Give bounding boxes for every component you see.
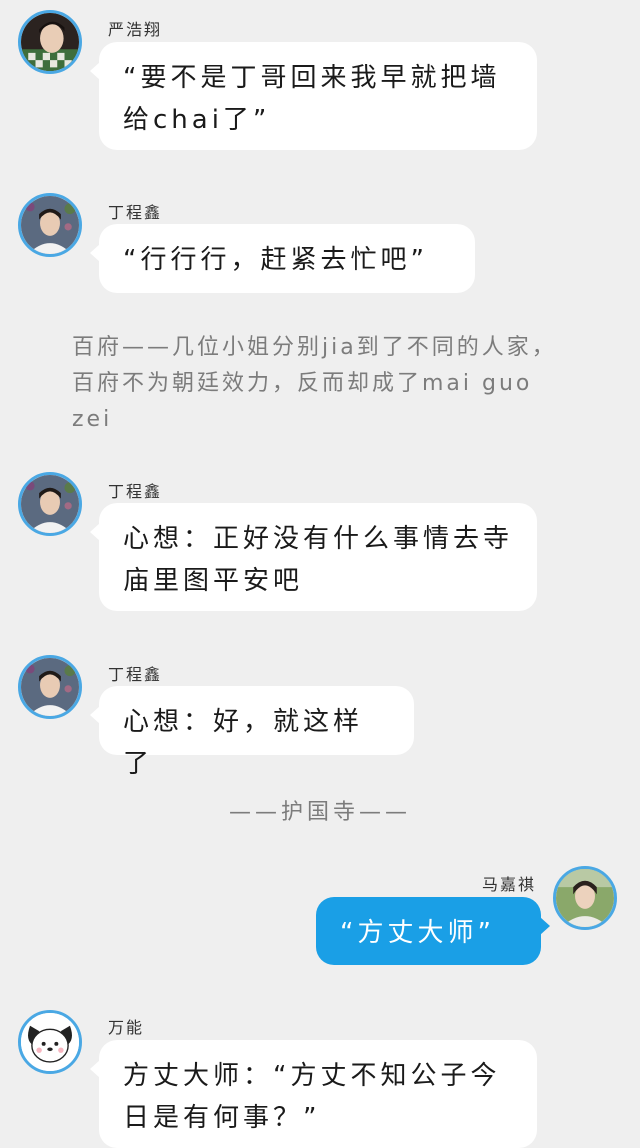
avatar-wanneng[interactable] <box>18 1010 82 1074</box>
message-bubble[interactable]: 心想：好，就这样了 <box>90 686 414 779</box>
message-bubble[interactable]: 方丈大师：“方丈不知公子今日是有何事？” <box>90 1040 537 1148</box>
message-bubble[interactable]: “方丈大师” <box>316 897 550 965</box>
avatar-ding[interactable] <box>18 655 82 719</box>
sender-name: 马嘉祺 <box>481 875 536 894</box>
portrait-ding-avatar <box>21 196 79 254</box>
avatar-ma[interactable] <box>553 866 617 930</box>
sender-name: 丁程鑫 <box>108 203 163 222</box>
portrait-ding-avatar <box>21 658 79 716</box>
narration-text: 百府——几位小姐分别jia到了不同的人家，百府不为朝廷效力，反而却成了mai g… <box>72 335 557 432</box>
pochacco-dog-avatar <box>21 1013 79 1071</box>
sender-name: 丁程鑫 <box>108 482 163 501</box>
sender-name: 万能 <box>108 1018 145 1037</box>
portrait-yan-avatar <box>21 13 79 71</box>
sender-name: 严浩翔 <box>108 20 163 39</box>
sender-name: 丁程鑫 <box>108 665 163 684</box>
message-bubble[interactable]: “要不是丁哥回来我早就把墙给chai了” <box>90 42 537 150</box>
portrait-ding-avatar <box>21 475 79 533</box>
avatar-ding[interactable] <box>18 193 82 257</box>
message-bubble[interactable]: “行行行，赶紧去忙吧” <box>90 224 475 293</box>
portrait-ma-avatar <box>556 869 614 927</box>
scene-divider: ——护国寺—— <box>228 800 411 825</box>
message-bubble[interactable]: 心想：正好没有什么事情去寺庙里图平安吧 <box>90 503 537 611</box>
avatar-yan[interactable] <box>18 10 82 74</box>
avatar-ding[interactable] <box>18 472 82 536</box>
